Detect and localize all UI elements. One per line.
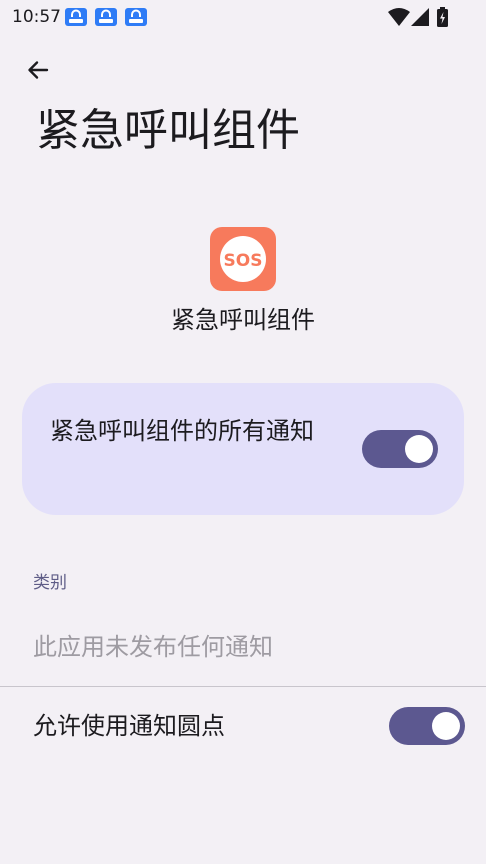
- amap-notification-icon: [95, 8, 117, 26]
- categories-header: 类别: [33, 573, 67, 593]
- sos-icon: SOS: [220, 236, 266, 282]
- page-title: 紧急呼叫组件: [36, 105, 300, 156]
- battery-icon: [437, 7, 448, 27]
- notification-dot-row[interactable]: 允许使用通知圆点: [0, 690, 486, 762]
- app-name: 紧急呼叫组件: [171, 306, 315, 334]
- toggle-thumb: [405, 435, 433, 463]
- notification-dot-toggle[interactable]: [389, 707, 465, 745]
- amap-notification-icon: [125, 8, 147, 26]
- status-time: 10:57: [12, 7, 61, 27]
- wifi-icon: [388, 8, 410, 26]
- all-notifications-card[interactable]: 紧急呼叫组件的所有通知: [22, 383, 464, 515]
- amap-notification-icon: [65, 8, 87, 26]
- no-notifications-message: 此应用未发布任何通知: [33, 633, 273, 661]
- back-button[interactable]: [20, 54, 56, 86]
- toggle-thumb: [432, 712, 460, 740]
- sos-icon-text: SOS: [224, 251, 263, 271]
- status-bar: 10:57: [0, 0, 486, 36]
- divider: [0, 686, 486, 687]
- signal-icon: [411, 8, 429, 26]
- app-icon: SOS: [210, 227, 276, 291]
- all-notifications-label: 紧急呼叫组件的所有通知: [50, 417, 314, 445]
- arrow-back-icon: [28, 61, 49, 79]
- notification-dot-label: 允许使用通知圆点: [33, 712, 225, 740]
- all-notifications-toggle[interactable]: [362, 430, 438, 468]
